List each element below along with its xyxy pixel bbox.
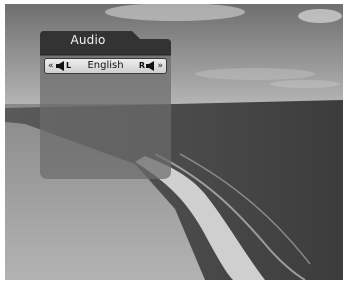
panel-frame (40, 31, 171, 179)
audio-menu-panel: Audio « L English R » (40, 31, 171, 179)
left-channel-label: L (66, 61, 72, 70)
speaker-icon (56, 61, 64, 71)
right-channel-label: R (138, 61, 145, 70)
double-chevron-left-icon[interactable]: « (48, 59, 54, 73)
audio-language-value: English (87, 60, 124, 71)
tv-screen: Audio « L English R » (5, 4, 343, 280)
speaker-icon (146, 61, 154, 71)
panel-title: Audio (70, 33, 106, 47)
audio-language-selector[interactable]: « L English R » (44, 58, 167, 74)
double-chevron-right-icon[interactable]: » (157, 59, 163, 73)
